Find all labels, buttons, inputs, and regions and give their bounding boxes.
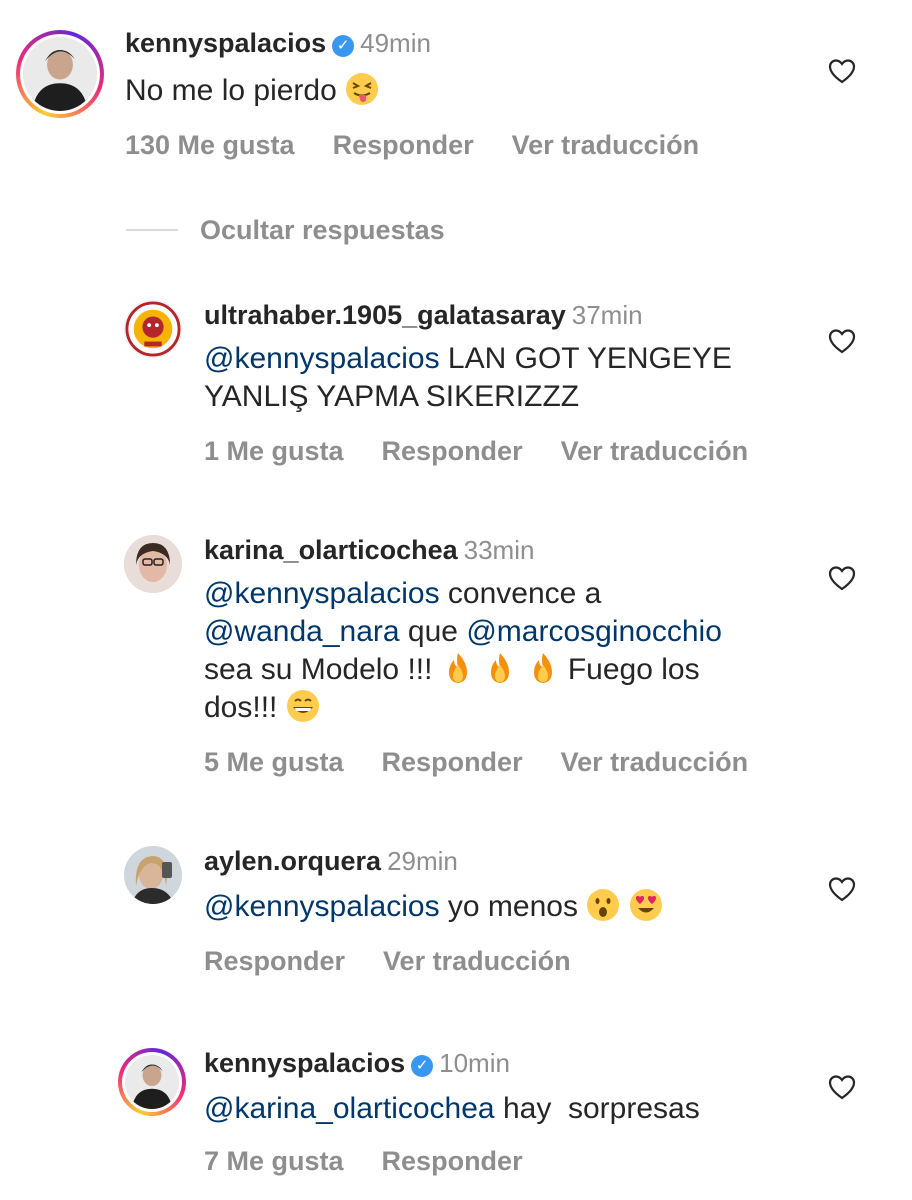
heart-icon[interactable]	[828, 565, 856, 591]
comment-text: @kennyspalacios convence a @wanda_nara q…	[204, 575, 824, 727]
username[interactable]: aylen.orquera	[204, 846, 381, 876]
heart-icon[interactable]	[828, 876, 856, 902]
comment-text: No me lo pierdo	[125, 72, 379, 110]
heart-icon[interactable]	[828, 1074, 856, 1100]
comment-body: convence a	[439, 577, 602, 610]
likes-count[interactable]: 130 Me gusta	[125, 130, 295, 160]
translate-button[interactable]: Ver traducción	[512, 130, 700, 160]
comment-parent: kennyspalacios ✓ 49min No me lo pierdo 130…	[0, 0, 912, 200]
comment-body: No me lo pierdo	[125, 74, 337, 107]
username[interactable]: kennyspalacios	[125, 28, 326, 58]
reply-comment: kennyspalacios ✓ 10min @karina_olarticoche…	[0, 1040, 912, 1200]
verified-badge-icon: ✓	[332, 35, 355, 57]
verified-badge-icon: ✓	[411, 1055, 434, 1077]
likes-count[interactable]: 7 Me gusta	[204, 1146, 344, 1176]
comment-text: @karina_olarticochea hay sorpresas	[204, 1090, 824, 1128]
avatar[interactable]	[118, 1048, 186, 1116]
likes-count[interactable]: 5 Me gusta	[204, 747, 344, 777]
hide-replies-button[interactable]: Ocultar respuestas	[200, 215, 445, 246]
comment-text: @kennyspalacios yo menos	[204, 888, 824, 926]
username[interactable]: ultrahaber.1905_galatasaray	[204, 300, 566, 330]
comment-body: yo menos	[439, 890, 578, 923]
heart-icon[interactable]	[828, 328, 856, 354]
avatar[interactable]	[124, 535, 182, 593]
heart-eyes-emoji	[629, 888, 663, 922]
mention-link[interactable]: @kennyspalacios	[204, 342, 440, 375]
comment-body: hay sorpresas	[494, 1092, 700, 1125]
reply-comment: karina_olarticochea 33min @kennyspalacios…	[0, 527, 912, 797]
timestamp: 49min	[360, 28, 431, 58]
mention-link[interactable]: @kennyspalacios	[204, 577, 440, 610]
divider-line	[126, 229, 178, 231]
reply-button[interactable]: Responder	[382, 1146, 523, 1176]
username[interactable]: karina_olarticochea	[204, 535, 458, 565]
mention-link[interactable]: @marcosginocchio	[466, 615, 722, 648]
comment-body: dos!!!	[204, 691, 278, 724]
comment-body: sea su Modelo !!!	[204, 653, 433, 686]
avatar[interactable]	[16, 30, 104, 118]
translate-button[interactable]: Ver traducción	[383, 946, 571, 976]
reply-button[interactable]: Responder	[204, 946, 345, 976]
astonished-emoji	[586, 888, 620, 922]
avatar[interactable]	[124, 846, 182, 904]
reply-button[interactable]: Responder	[333, 130, 474, 160]
likes-count[interactable]: 1 Me gusta	[204, 436, 344, 466]
fire-emoji	[526, 651, 560, 685]
comment-body: LAN GOT YENGEYE	[439, 342, 732, 375]
heart-icon[interactable]	[828, 58, 856, 84]
mention-link[interactable]: @wanda_nara	[204, 615, 400, 648]
mention-link[interactable]: @kennyspalacios	[204, 890, 440, 923]
username[interactable]: kennyspalacios	[204, 1048, 405, 1078]
avatar[interactable]	[124, 300, 182, 358]
timestamp: 10min	[439, 1048, 510, 1078]
squinting-tongue-emoji	[345, 72, 379, 106]
mention-link[interactable]: @karina_olarticochea	[204, 1092, 495, 1125]
reply-comment: aylen.orquera 29min @kennyspalacios yo me…	[0, 838, 912, 998]
grinning-emoji	[286, 689, 320, 723]
comment-text: @kennyspalacios LAN GOT YENGEYE YANLIŞ Y…	[204, 340, 824, 416]
comment-body: YANLIŞ YAPMA SIKERIZZZ	[204, 380, 580, 413]
reply-button[interactable]: Responder	[382, 436, 523, 466]
translate-button[interactable]: Ver traducción	[561, 747, 749, 777]
timestamp: 33min	[463, 535, 535, 565]
timestamp: 29min	[387, 846, 458, 876]
reply-comment: ultrahaber.1905_galatasaray 37min @kennys…	[0, 290, 912, 480]
translate-button[interactable]: Ver traducción	[561, 436, 749, 466]
fire-emoji	[441, 651, 475, 685]
fire-emoji	[483, 651, 517, 685]
comment-body: que	[399, 615, 467, 648]
comment-body: Fuego los	[567, 653, 700, 686]
timestamp: 37min	[571, 300, 643, 330]
reply-button[interactable]: Responder	[382, 747, 523, 777]
